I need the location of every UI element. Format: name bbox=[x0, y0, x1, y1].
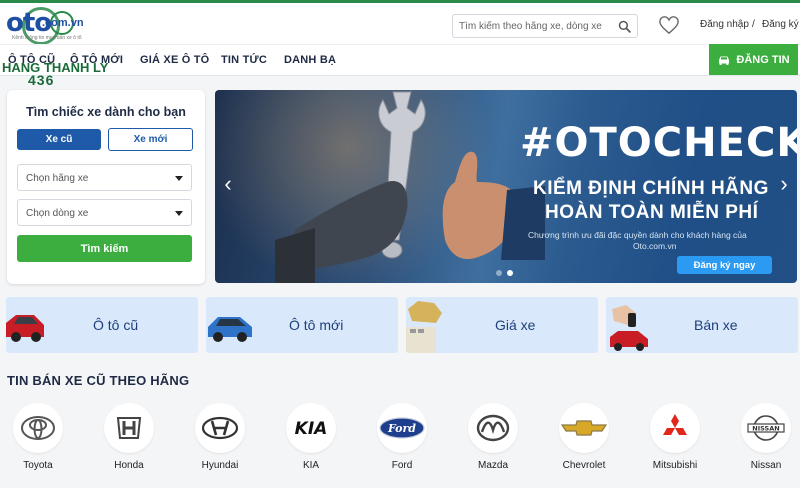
brands-section-title: TIN BÁN XE CŨ THEO HÃNG bbox=[7, 373, 190, 388]
category-label-sell-car: Bán xe bbox=[694, 317, 738, 333]
nav-item-news[interactable]: TIN TỨC bbox=[221, 54, 267, 66]
brand-honda[interactable]: Honda bbox=[98, 403, 158, 483]
chevron-left-icon[interactable]: ‹ bbox=[219, 171, 237, 196]
kia-logo-text: KIA bbox=[295, 419, 328, 437]
banner-headline-1: KIỂM ĐỊNH CHÍNH HÃNG bbox=[533, 178, 769, 199]
brand-name-toyota: Toyota bbox=[23, 460, 53, 471]
carousel-dot-1[interactable] bbox=[496, 270, 502, 276]
chevron-down-icon bbox=[175, 211, 183, 216]
brand-select[interactable]: Chọn hãng xe bbox=[17, 164, 192, 191]
brand-select-value: Chọn hãng xe bbox=[26, 173, 89, 184]
watermark-text: HANG THANH LY bbox=[2, 60, 109, 75]
mazda-logo-icon bbox=[468, 403, 518, 453]
banner-subtext-2: Oto.com.vn bbox=[633, 241, 677, 251]
car-search-panel: Tìm chiếc xe dành cho bạn Xe cũ Xe mới C… bbox=[7, 90, 205, 284]
brand-name-nissan: Nissan bbox=[750, 460, 782, 471]
car-icon bbox=[719, 56, 730, 65]
logo-tagline: Kênh thông tin mua bán xe ô tô bbox=[12, 35, 82, 41]
brand-mazda[interactable]: Mazda bbox=[462, 403, 522, 483]
wrench-thumbs-up-illustration bbox=[275, 91, 545, 283]
register-link[interactable]: Đăng ký bbox=[762, 19, 799, 30]
search-icon[interactable] bbox=[618, 20, 631, 33]
banner-headline-2: HOÀN TOÀN MIỄN PHÍ bbox=[545, 202, 759, 223]
car-model-calculator-icon bbox=[406, 301, 442, 353]
category-card-car-prices[interactable]: Giá xe bbox=[406, 297, 598, 353]
brand-name-mazda: Mazda bbox=[477, 460, 508, 471]
brand-chevrolet[interactable]: Chevrolet bbox=[553, 403, 613, 483]
red-car-icon bbox=[6, 315, 44, 342]
brand-name-ford: Ford bbox=[391, 460, 413, 471]
model-select-value: Chọn dòng xe bbox=[26, 208, 89, 219]
banner-hashtag: #OTOCHECK bbox=[520, 120, 797, 166]
brand-mitsubishi[interactable]: Mitsubishi bbox=[644, 403, 704, 483]
banner-subtext-1: Chương trình ưu đãi đặc quyền dành cho k… bbox=[528, 230, 747, 240]
post-listing-button[interactable]: ĐĂNG TIN bbox=[709, 44, 798, 75]
top-header: oto .com.vn Kênh thông tin mua bán xe ô … bbox=[0, 0, 800, 45]
search-box bbox=[452, 14, 638, 38]
watermark-number: 436 bbox=[28, 72, 55, 88]
banner-register-button[interactable]: Đăng ký ngay bbox=[677, 256, 772, 274]
blue-suv-icon bbox=[208, 317, 252, 342]
category-card-new-cars[interactable]: Ô tô mới bbox=[206, 297, 398, 353]
panel-title: Tìm chiếc xe dành cho bạn bbox=[26, 105, 186, 119]
login-link[interactable]: Đăng nhập bbox=[700, 19, 749, 30]
ford-logo-text: Ford bbox=[387, 422, 416, 435]
site-logo[interactable]: oto .com.vn Kênh thông tin mua bán xe ô … bbox=[2, 5, 94, 49]
hyundai-logo-icon bbox=[195, 403, 245, 453]
nav-item-car-prices[interactable]: GIÁ XE Ô TÔ bbox=[140, 54, 209, 66]
page: oto .com.vn Kênh thông tin mua bán xe ô … bbox=[0, 0, 800, 488]
brand-toyota[interactable]: Toyota bbox=[7, 403, 67, 483]
honda-logo-icon bbox=[104, 403, 154, 453]
mitsubishi-logo-icon bbox=[650, 403, 700, 453]
main-nav: Ô TÔ CŨ Ô TÔ MỚI GIÁ XE Ô TÔ TIN TỨC DAN… bbox=[0, 44, 800, 76]
brand-name-mitsubishi: Mitsubishi bbox=[652, 460, 698, 471]
category-label-car-prices: Giá xe bbox=[495, 317, 536, 333]
auth-separator: / bbox=[752, 19, 755, 30]
nav-item-directory[interactable]: DANH BẠ bbox=[284, 54, 336, 66]
post-listing-label: ĐĂNG TIN bbox=[736, 53, 790, 66]
logo-domain: .com.vn bbox=[42, 17, 84, 29]
brand-name-honda: Honda bbox=[114, 460, 144, 471]
tab-new-cars[interactable]: Xe mới bbox=[108, 128, 193, 151]
category-card-used-cars[interactable]: Ô tô cũ bbox=[6, 297, 198, 353]
category-label-used-cars: Ô tô cũ bbox=[93, 317, 139, 333]
model-select[interactable]: Chọn dòng xe bbox=[17, 199, 192, 226]
chevron-down-icon bbox=[175, 176, 183, 181]
tab-used-cars[interactable]: Xe cũ bbox=[17, 129, 101, 150]
brand-ford[interactable]: Ford Ford bbox=[371, 403, 431, 483]
hand-key-car-icon bbox=[610, 305, 648, 351]
nissan-logo-icon: NISSAN bbox=[741, 403, 791, 453]
brand-hyundai[interactable]: Hyundai bbox=[189, 403, 249, 483]
carousel-dot-2[interactable] bbox=[507, 270, 513, 276]
chevrolet-logo-icon bbox=[559, 403, 609, 453]
search-button[interactable]: Tìm kiếm bbox=[17, 235, 192, 262]
promo-banner[interactable]: #OTOCHECK KIỂM ĐỊNH CHÍNH HÃNG HOÀN TOÀN… bbox=[215, 90, 797, 283]
heart-icon[interactable] bbox=[658, 15, 680, 35]
brand-name-kia: KIA bbox=[302, 460, 320, 471]
brand-kia[interactable]: KIA KIA bbox=[280, 403, 340, 483]
chevron-right-icon[interactable]: › bbox=[775, 171, 793, 196]
toyota-logo-icon bbox=[13, 403, 63, 453]
brand-nissan[interactable]: NISSAN Nissan bbox=[735, 403, 795, 483]
brand-name-hyundai: Hyundai bbox=[201, 460, 239, 471]
category-label-new-cars: Ô tô mới bbox=[289, 317, 344, 333]
ford-logo-icon: Ford bbox=[377, 403, 427, 453]
brand-name-chevrolet: Chevrolet bbox=[562, 460, 606, 471]
nissan-logo-text: NISSAN bbox=[752, 425, 779, 433]
search-input[interactable] bbox=[459, 18, 619, 34]
category-card-sell-car[interactable]: Bán xe bbox=[606, 297, 798, 353]
kia-logo-icon: KIA bbox=[286, 403, 336, 453]
